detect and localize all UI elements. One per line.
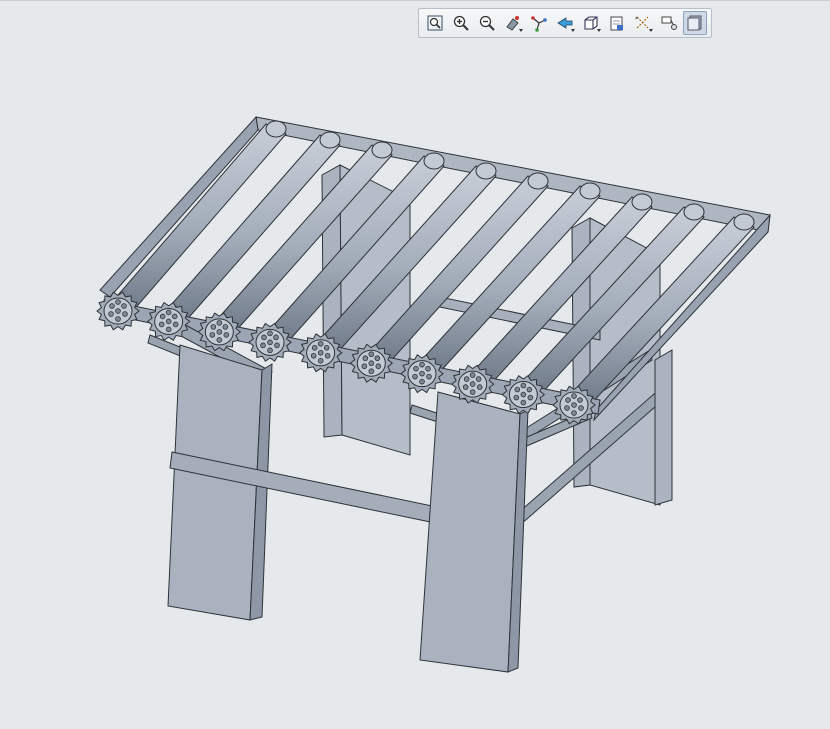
dropdown-caret-icon bbox=[649, 29, 653, 32]
window-top-border bbox=[0, 0, 830, 1]
zoom-out-icon bbox=[479, 15, 495, 31]
shading-button[interactable] bbox=[683, 11, 707, 35]
dropdown-caret-icon bbox=[597, 29, 601, 32]
saved-views-button[interactable] bbox=[579, 11, 603, 35]
orient-mode-button[interactable] bbox=[553, 11, 577, 35]
annotation-display-button[interactable] bbox=[657, 11, 681, 35]
refit-icon bbox=[427, 15, 443, 31]
zoom-in-button[interactable] bbox=[449, 11, 473, 35]
svg-text:*: * bbox=[635, 16, 638, 23]
datum-display-button[interactable]: * bbox=[631, 11, 655, 35]
view-manager-icon bbox=[610, 16, 623, 31]
view-manager-button[interactable] bbox=[605, 11, 629, 35]
dropdown-caret-icon bbox=[571, 29, 575, 32]
view-toolbar: * bbox=[418, 8, 712, 38]
spin-center-button[interactable] bbox=[527, 11, 551, 35]
spin-center-icon bbox=[531, 16, 547, 32]
zoom-out-button[interactable] bbox=[475, 11, 499, 35]
repaint-button[interactable] bbox=[501, 11, 525, 35]
graphics-viewport[interactable] bbox=[0, 44, 830, 729]
shading-icon bbox=[687, 15, 702, 31]
dropdown-caret-icon bbox=[519, 29, 523, 32]
annotation-display-icon bbox=[661, 16, 677, 30]
refit-button[interactable] bbox=[423, 11, 447, 35]
front-right-leg bbox=[419, 391, 529, 673]
zoom-in-icon bbox=[453, 15, 469, 31]
